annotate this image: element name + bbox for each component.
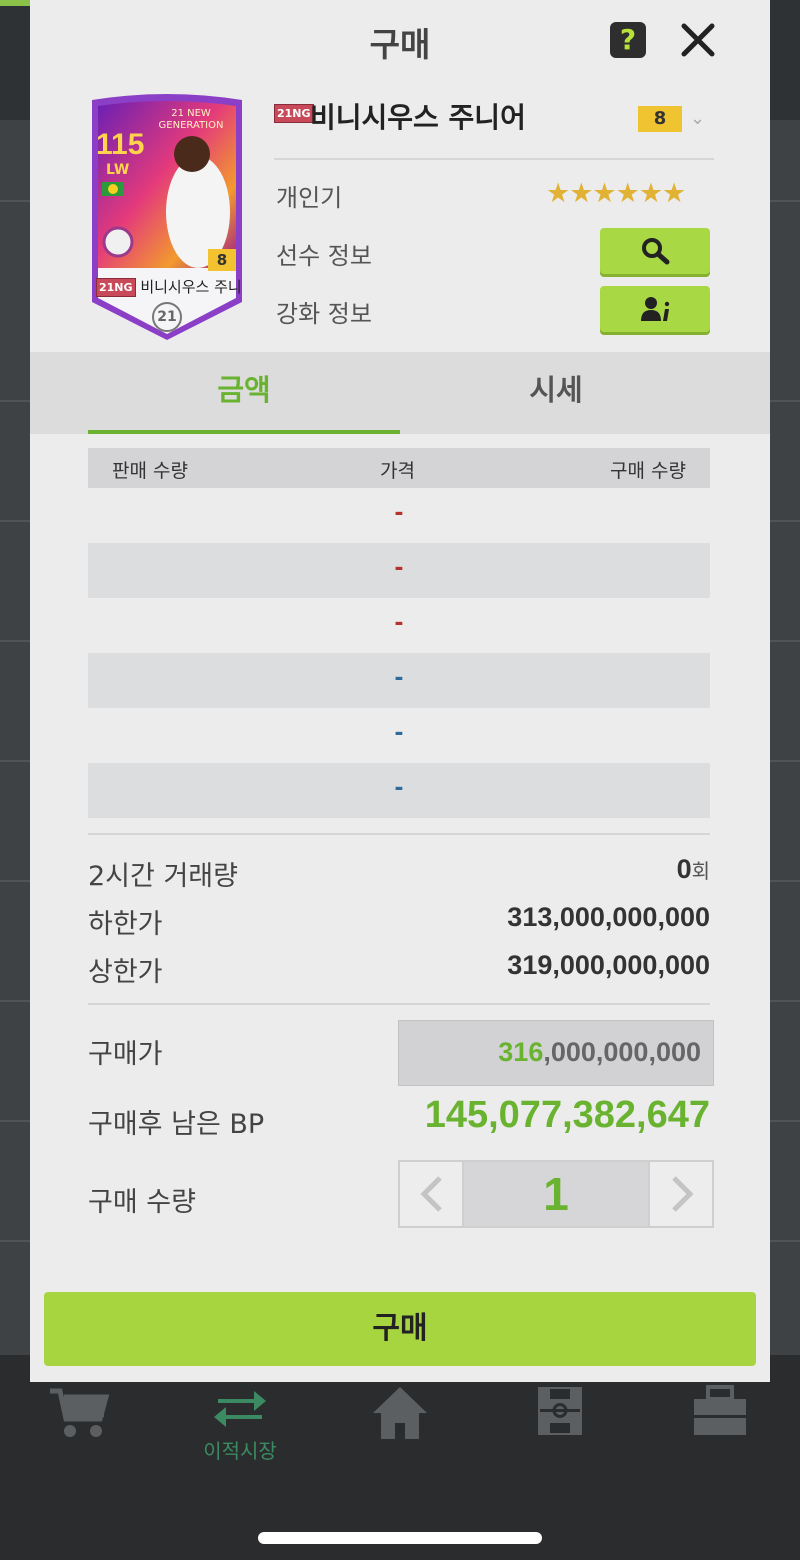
tab-market-price[interactable]: 시세 xyxy=(400,352,712,434)
nav-item-squad[interactable] xyxy=(500,1385,620,1437)
player-name-row: 21NG 비니시우스 주니어 8 ⌄ xyxy=(274,96,714,136)
quantity-decrease-button[interactable] xyxy=(400,1162,464,1226)
header-divider xyxy=(274,158,714,160)
nav-label-transfer: 이적시장 xyxy=(203,1439,277,1463)
chevron-left-icon xyxy=(420,1176,442,1212)
purchase-modal: 구매 ? 21 NEW GENERATION 115 LW 8 21NG 비니시… xyxy=(30,0,770,1382)
card-generation: 21 NEW GENERATION xyxy=(158,108,224,131)
player-info-button[interactable] xyxy=(600,228,710,274)
popularity-stars: ★★★★★★ xyxy=(546,178,686,209)
card-season-year: 21 xyxy=(152,302,182,332)
min-price-label: 하한가 xyxy=(88,909,163,940)
player-card[interactable]: 21 NEW GENERATION 115 LW 8 21NG 비니시우스 주니… xyxy=(88,92,246,342)
remaining-bp-value: 145,077,382,647 xyxy=(424,1094,710,1136)
player-season-badge: 21NG xyxy=(274,104,314,123)
popularity-label: 개인기 xyxy=(276,184,343,212)
transfer-icon xyxy=(214,1391,266,1427)
card-ovr: 115 xyxy=(96,128,145,161)
card-season-badge: 21NG xyxy=(96,278,136,297)
player-info-label: 선수 정보 xyxy=(276,242,372,270)
volume-value: 0회 xyxy=(676,854,710,884)
card-name-text: 비니시우스 주니( xyxy=(140,278,242,296)
nav-item-home[interactable] xyxy=(340,1385,460,1441)
nav-item-transfer[interactable]: 이적시장 xyxy=(180,1385,300,1464)
max-price-label: 상한가 xyxy=(88,957,163,988)
tab-amount[interactable]: 금액 xyxy=(88,352,400,434)
quantity-label: 구매 수량 xyxy=(88,1187,196,1218)
purchase-price-field[interactable]: 316,000,000,000 xyxy=(398,1020,714,1086)
nav-item-locker[interactable] xyxy=(660,1385,780,1437)
quantity-value[interactable]: 1 xyxy=(464,1162,648,1226)
buy-button[interactable]: 구매 xyxy=(44,1292,756,1366)
nav-item-shop[interactable] xyxy=(20,1385,140,1441)
purchase-price-value: 316,000,000,000 xyxy=(498,1037,701,1067)
remaining-bp-label: 구매후 남은 BP xyxy=(88,1109,265,1140)
modal-title: 구매 xyxy=(369,25,431,64)
table-row[interactable]: - xyxy=(88,708,710,763)
close-icon xyxy=(681,23,715,57)
briefcase-icon xyxy=(694,1385,746,1435)
upgrade-info-button[interactable] xyxy=(600,286,710,332)
field-icon xyxy=(538,1387,582,1435)
header-buy-qty: 구매 수량 xyxy=(610,460,686,482)
quantity-increase-button[interactable] xyxy=(648,1162,712,1226)
header-price: 가격 xyxy=(380,460,415,482)
tab-bar: 금액 시세 xyxy=(30,352,770,434)
order-table-header: 판매 수량 가격 구매 수량 xyxy=(88,448,710,488)
upgrade-info-label: 강화 정보 xyxy=(276,300,372,328)
min-price-value: 313,000,000,000 xyxy=(507,902,710,932)
purchase-price-label: 구매가 xyxy=(88,1039,163,1070)
search-icon xyxy=(642,238,670,265)
table-row[interactable]: - xyxy=(88,543,710,598)
max-price-value: 319,000,000,000 xyxy=(507,950,710,980)
cart-icon xyxy=(50,1388,110,1437)
card-level-badge: 8 xyxy=(208,249,236,271)
table-row[interactable]: - xyxy=(88,598,710,653)
home-indicator[interactable] xyxy=(258,1532,542,1544)
chevron-down-icon[interactable]: ⌄ xyxy=(690,108,705,129)
volume-label: 2시간 거래량 xyxy=(88,861,238,892)
table-divider xyxy=(88,833,710,835)
close-button[interactable] xyxy=(678,18,718,62)
help-button[interactable]: ? xyxy=(610,22,646,58)
quantity-stepper: 1 xyxy=(398,1160,714,1228)
player-name: 비니시우스 주니어 xyxy=(310,101,526,134)
chevron-right-icon xyxy=(672,1176,694,1212)
card-name: 21NG 비니시우스 주니( xyxy=(96,276,242,297)
user-info-icon xyxy=(641,297,670,321)
stats-divider xyxy=(88,1003,710,1005)
table-row[interactable]: - xyxy=(88,653,710,708)
level-badge[interactable]: 8 xyxy=(638,106,682,132)
bottom-nav: 이적시장 xyxy=(0,1355,800,1560)
table-row[interactable]: - xyxy=(88,763,710,818)
header-sell-qty: 판매 수량 xyxy=(112,460,188,482)
home-icon xyxy=(373,1387,427,1439)
table-row[interactable]: - xyxy=(88,488,710,543)
card-position: LW xyxy=(106,162,130,178)
